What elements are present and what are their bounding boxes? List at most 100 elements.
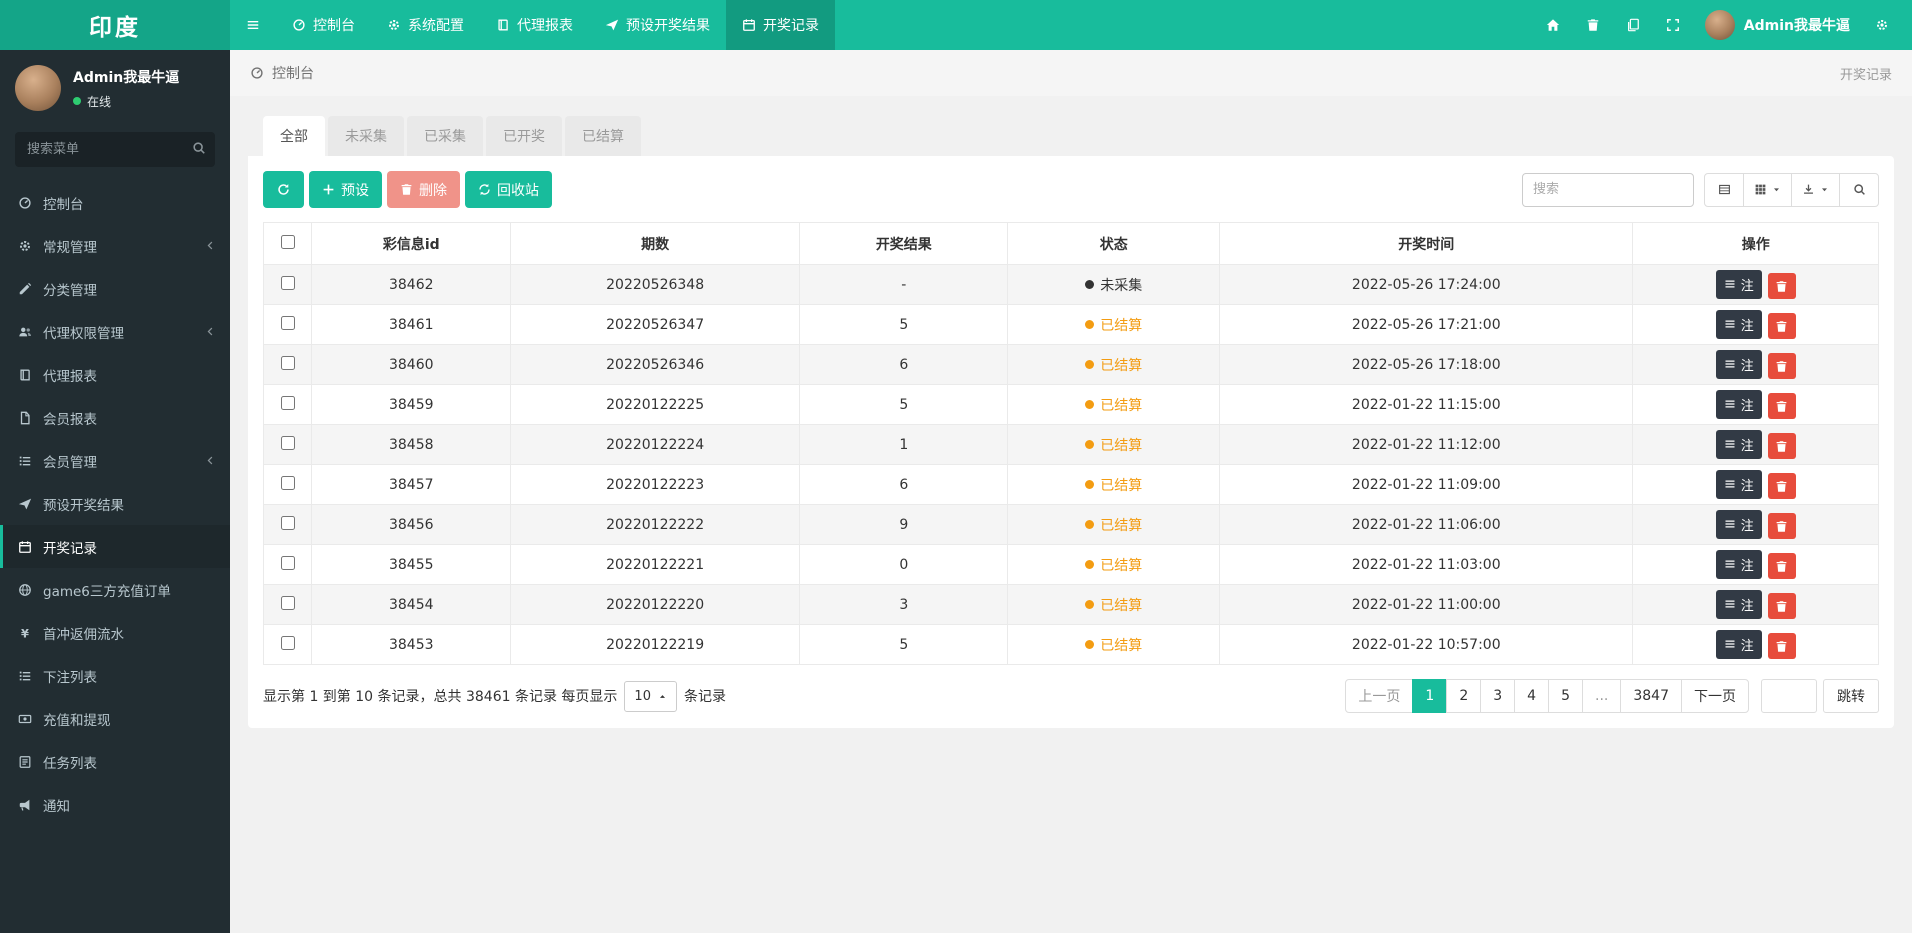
row-checkbox[interactable]	[280, 275, 295, 290]
expand-button[interactable]	[1653, 0, 1693, 50]
sidebar-item[interactable]: 会员管理	[0, 439, 230, 482]
column-header: 状态	[1007, 222, 1221, 265]
delete-row-button[interactable]	[1767, 633, 1796, 660]
cell-issue: 20220526347	[510, 304, 801, 345]
row-checkbox[interactable]	[280, 435, 295, 450]
sidebar-item[interactable]: 会员报表	[0, 396, 230, 439]
note-button[interactable]: 注	[1715, 429, 1762, 459]
row-checkbox[interactable]	[280, 635, 295, 650]
dashboard-icon	[292, 18, 306, 32]
sidebar-item-label: 分类管理	[43, 282, 97, 299]
row-checkbox[interactable]	[280, 315, 295, 330]
delete-row-button[interactable]	[1767, 313, 1796, 340]
nav-item-label: 预设开奖结果	[626, 18, 710, 34]
nav-item[interactable]: 系统配置	[371, 0, 480, 50]
navbar-menu: 控制台 系统配置 代理报表 预设开奖结果 开奖记录	[276, 0, 835, 50]
note-button[interactable]: 注	[1715, 549, 1762, 579]
row-checkbox[interactable]	[280, 475, 295, 490]
navbar-user-menu[interactable]: Admin我最牛逼	[1693, 0, 1862, 50]
note-button[interactable]: 注	[1715, 269, 1762, 299]
caret-down-icon	[1772, 185, 1781, 194]
tab[interactable]: 未采集	[328, 116, 404, 156]
tab[interactable]: 已开奖	[486, 116, 562, 156]
tab[interactable]: 已采集	[407, 116, 483, 156]
toggle-view-button[interactable]	[1704, 172, 1744, 207]
row-checkbox[interactable]	[280, 515, 295, 530]
cell-status: 已结算	[1007, 304, 1221, 345]
pagination-page[interactable]: 3	[1480, 679, 1516, 713]
pagination-page[interactable]: 5	[1548, 679, 1583, 713]
sidebar-item[interactable]: 控制台	[0, 181, 230, 224]
preset-button[interactable]: 预设	[309, 171, 382, 208]
note-button[interactable]: 注	[1715, 509, 1762, 539]
delete-row-button[interactable]	[1767, 473, 1796, 500]
menu-search-input[interactable]	[15, 132, 215, 167]
delete-row-button[interactable]	[1767, 433, 1796, 460]
nav-item[interactable]: 代理报表	[480, 0, 589, 50]
delete-button[interactable]: 删除	[387, 171, 460, 208]
tab[interactable]: 已结算	[565, 116, 641, 156]
delete-row-button[interactable]	[1767, 513, 1796, 540]
note-button[interactable]: 注	[1715, 389, 1762, 419]
records-table: 彩信息id 期数 开奖结果 状态 开奖时间 操作 38462 2022052634…	[262, 222, 1879, 665]
page-size-dropdown[interactable]: 10	[624, 680, 677, 712]
pagination-page[interactable]: 3847	[1620, 679, 1682, 713]
sidebar-item[interactable]: 开奖记录	[0, 525, 230, 568]
search-icon[interactable]	[192, 141, 206, 155]
delete-row-button[interactable]	[1767, 593, 1796, 620]
sidebar-menu: 控制台 常规管理分类管理代理权限管理代理报表 会员报表 会员管理 预设开奖结果 开奖记录 g…	[0, 181, 230, 826]
cell-issue: 20220122223	[510, 464, 801, 505]
sidebar-item[interactable]: 预设开奖结果	[0, 482, 230, 525]
sidebar-item-label: 代理权限管理	[43, 325, 124, 342]
export-dropdown-button[interactable]	[1791, 172, 1840, 207]
row-checkbox[interactable]	[280, 595, 295, 610]
delete-row-button[interactable]	[1767, 353, 1796, 380]
sidebar-item[interactable]: 任务列表	[0, 740, 230, 783]
tab[interactable]: 全部	[263, 116, 325, 156]
advanced-search-button[interactable]	[1839, 172, 1879, 207]
columns-dropdown-button[interactable]	[1743, 172, 1792, 207]
row-checkbox[interactable]	[280, 395, 295, 410]
trash-button[interactable]	[1573, 0, 1613, 50]
row-checkbox[interactable]	[280, 355, 295, 370]
note-button[interactable]: 注	[1715, 349, 1762, 379]
nav-item[interactable]: 控制台	[276, 0, 371, 50]
pagination-page[interactable]: 2	[1446, 679, 1482, 713]
nav-item[interactable]: 预设开奖结果	[589, 0, 726, 50]
avatar	[15, 65, 61, 111]
settings-button[interactable]	[1862, 0, 1902, 50]
refresh-button[interactable]	[263, 171, 304, 208]
sidebar-item[interactable]: 通知	[0, 783, 230, 826]
note-button[interactable]: 注	[1715, 309, 1762, 339]
table-search-input[interactable]	[1522, 172, 1694, 207]
sidebar-item[interactable]: ¥ 首冲返佣流水	[0, 611, 230, 654]
pagination-page[interactable]: 4	[1514, 679, 1550, 713]
note-button[interactable]: 注	[1715, 629, 1762, 659]
row-checkbox[interactable]	[280, 555, 295, 570]
sidebar-item[interactable]: 常规管理	[0, 224, 230, 267]
calendar-icon	[18, 540, 43, 554]
sidebar-toggle-button[interactable]	[230, 0, 276, 50]
home-button[interactable]	[1533, 0, 1573, 50]
pagination-next[interactable]: 下一页	[1681, 679, 1749, 713]
sidebar-item[interactable]: game6三方充值订单	[0, 568, 230, 611]
delete-row-button[interactable]	[1767, 393, 1796, 420]
sidebar-item[interactable]: 下注列表	[0, 654, 230, 697]
page-jump-input[interactable]	[1761, 679, 1817, 713]
cell-id: 38456	[311, 504, 512, 545]
note-button[interactable]: 注	[1715, 469, 1762, 499]
sidebar-item[interactable]: 分类管理	[0, 267, 230, 310]
note-button[interactable]: 注	[1715, 589, 1762, 619]
delete-row-button[interactable]	[1767, 273, 1796, 300]
breadcrumb-left[interactable]: 控制台	[250, 63, 314, 83]
select-all-checkbox[interactable]	[280, 234, 295, 249]
sidebar-item[interactable]: 代理权限管理	[0, 310, 230, 353]
sidebar-item[interactable]: 充值和提现	[0, 697, 230, 740]
copy-button[interactable]	[1613, 0, 1653, 50]
recycle-bin-button[interactable]: 回收站	[465, 171, 552, 208]
delete-row-button[interactable]	[1767, 553, 1796, 580]
sidebar-item[interactable]: 代理报表	[0, 353, 230, 396]
nav-item[interactable]: 开奖记录	[726, 0, 835, 50]
page-jump-button[interactable]: 跳转	[1823, 679, 1879, 713]
pagination-page[interactable]: 1	[1412, 679, 1448, 713]
